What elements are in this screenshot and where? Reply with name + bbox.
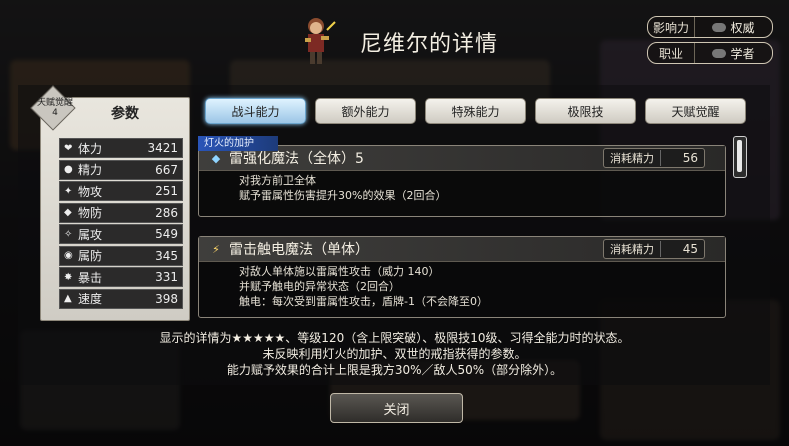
page-title: 尼维尔的详情: [360, 32, 499, 57]
shield-icon: ◆: [64, 207, 72, 218]
skill-card[interactable]: ⚡ 雷击触电魔法（单体） 消耗精力 45 对敌人单体施以雷属性攻击（威力 140）…: [198, 236, 726, 318]
tab-special[interactable]: 特殊能力: [425, 98, 526, 124]
awakening-level: 4: [52, 108, 58, 118]
tab-bar: 战斗能力 额外能力 特殊能力 极限技 天赋觉醒: [205, 98, 746, 124]
influence-value: 权威: [730, 20, 755, 35]
tab-awakening[interactable]: 天赋觉醒: [645, 98, 746, 124]
footnotes: 显示的详情为★★★★★、等级120（含上限突破）、极限技10级、习得全能力时的状…: [159, 331, 630, 377]
skill-card[interactable]: ◆ 雷强化魔法（全体）5 消耗精力 56 对我方前卫全体 赋予雷属性伤害提升30%…: [198, 145, 726, 217]
heart-icon: ❤: [64, 142, 73, 154]
stat-eatk: ✧ 属攻 549: [59, 224, 183, 244]
stat-crit: ✸ 暴击 331: [59, 267, 183, 287]
scrollbar[interactable]: [733, 136, 747, 178]
stat-speed: ▲ 速度 398: [59, 288, 183, 309]
influence-icon: [712, 22, 727, 32]
skill-description: 对我方前卫全体 赋予雷属性伤害提升30%的效果（2回合）: [239, 174, 447, 202]
awakening-label: 天赋觉醒: [36, 98, 73, 108]
sword-icon: ✦: [64, 185, 73, 197]
stat-patk: ✦ 物攻 251: [59, 181, 183, 201]
stat-pdef: ◆ 物防 286: [59, 202, 183, 223]
buff-label: 灯火的加护: [198, 136, 278, 151]
drop-icon: ●: [64, 164, 73, 175]
boot-icon: ▲: [64, 293, 72, 304]
tab-ultimate[interactable]: 极限技: [535, 98, 636, 124]
character-portrait: [305, 18, 336, 64]
stat-edef: ◉ 属防 345: [59, 245, 183, 266]
orb-icon: ◉: [64, 250, 73, 261]
tab-combat[interactable]: 战斗能力: [205, 98, 306, 124]
params-card: 天赋觉醒 4 参数 ❤ 体力 3421 ● 精力 667 ✦ 物攻 251 ◆ 物防 286 ✧…: [30, 85, 190, 321]
skill-cost: 消耗精力 45: [603, 239, 705, 259]
skill-name: 雷击触电魔法（单体）: [229, 242, 369, 258]
stat-list: ❤ 体力 3421 ● 精力 667 ✦ 物攻 251 ◆ 物防 286 ✧ 属攻 549 ◉ 属防 3…: [59, 138, 183, 310]
magic-icon: ◆: [211, 151, 221, 165]
stat-sp: ● 精力 667: [59, 159, 183, 180]
skill-name: 雷强化魔法（全体）5: [229, 151, 364, 167]
spark-icon: ✧: [64, 228, 73, 240]
header: 尼维尔的详情 影响力 权威 职业 学者: [0, 0, 789, 80]
tab-extra[interactable]: 额外能力: [315, 98, 416, 124]
lightning-icon: ⚡: [212, 242, 220, 256]
skill-cost: 消耗精力 56: [603, 148, 705, 168]
close-button[interactable]: 关闭: [330, 393, 463, 423]
crit-icon: ✸: [64, 271, 73, 283]
skill-description: 对敌人单体施以雷属性攻击（威力 140） 并赋予触电的异常状态（2回合） 触电：…: [239, 265, 488, 308]
influence-label: 影响力: [652, 20, 689, 35]
job-label: 职业: [658, 46, 683, 61]
stat-hp: ❤ 体力 3421: [59, 138, 183, 158]
job-icon: [712, 48, 727, 58]
awakening-badge: 天赋觉醒 4: [30, 85, 77, 132]
job-value: 学者: [730, 46, 755, 61]
header-badges: 影响力 权威 职业 学者: [647, 16, 773, 68]
job-badge: 职业 学者: [647, 42, 773, 64]
influence-badge: 影响力 权威: [647, 16, 773, 38]
